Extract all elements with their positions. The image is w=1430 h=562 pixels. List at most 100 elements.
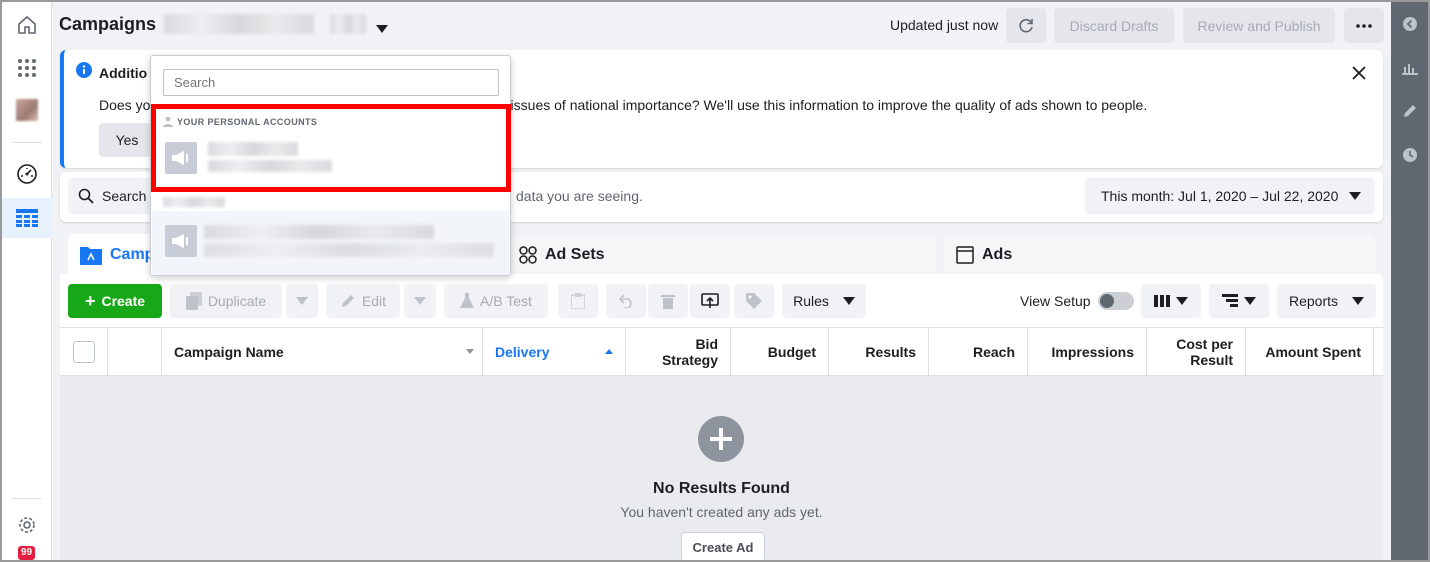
clock-history-icon[interactable] xyxy=(1401,146,1419,164)
no-results-title: No Results Found xyxy=(653,480,790,497)
refresh-button[interactable] xyxy=(1006,8,1046,43)
delete-button[interactable] xyxy=(648,284,688,318)
nav-divider xyxy=(12,498,42,499)
column-results[interactable]: Results xyxy=(829,328,929,375)
column-bid-strategy-label-1: Bid xyxy=(695,335,718,352)
reports-button[interactable]: Reports xyxy=(1277,284,1376,318)
page-title: Campaigns xyxy=(59,14,157,34)
bar-chart-icon[interactable] xyxy=(1401,59,1419,77)
trash-icon xyxy=(661,295,675,309)
empty-state: No Results Found You haven't created any… xyxy=(60,376,1383,562)
discard-drafts-button[interactable]: Discard Drafts xyxy=(1054,8,1174,43)
preview-window-icon xyxy=(701,293,719,308)
search-input[interactable]: Search xyxy=(68,178,156,214)
column-campaign-name[interactable]: Campaign Name xyxy=(162,328,483,375)
tab-ads[interactable]: Ads xyxy=(944,234,1375,276)
undo-button[interactable] xyxy=(606,284,646,318)
account-id-blurred xyxy=(204,243,494,257)
megaphone-icon xyxy=(165,225,197,257)
last-updated-status: Updated just now xyxy=(890,17,999,33)
create-ad-button[interactable]: Create Ad xyxy=(681,532,765,562)
right-side-panel xyxy=(1391,2,1428,560)
review-publish-button[interactable]: Review and Publish xyxy=(1183,8,1335,43)
column-cost-per-result-label-2: Result xyxy=(1190,351,1233,368)
chevron-down-icon xyxy=(1349,192,1361,200)
banner-question-end: r issues of national importance? We'll u… xyxy=(502,97,1148,113)
breakdown-button[interactable] xyxy=(1209,284,1269,318)
yes-button[interactable]: Yes xyxy=(99,123,155,157)
duplicate-dropdown-button[interactable] xyxy=(286,284,318,318)
tab-ads-label: Ads xyxy=(982,246,1013,263)
no-results-subtitle: You haven't created any ads yet. xyxy=(620,504,823,520)
highlight-box xyxy=(151,104,511,192)
breakdown-icon xyxy=(1222,294,1238,307)
nav-divider xyxy=(12,142,42,143)
more-options-button[interactable] xyxy=(1344,8,1384,43)
create-button[interactable]: + Create xyxy=(68,284,162,318)
rules-button[interactable]: Rules xyxy=(782,284,866,318)
account-name-blurred xyxy=(204,225,434,239)
filter-info-text: data you are seeing. xyxy=(516,188,643,204)
column-amount-spent-label: Amount Spent xyxy=(1265,343,1361,360)
ads-window-icon xyxy=(956,246,974,264)
date-range-picker[interactable]: This month: Jul 1, 2020 – Jul 22, 2020 xyxy=(1085,178,1375,214)
close-banner-icon[interactable] xyxy=(1349,63,1369,83)
preview-button[interactable] xyxy=(690,284,730,318)
column-results-label: Results xyxy=(865,343,916,360)
column-bid-strategy[interactable]: Bid Strategy xyxy=(626,328,731,375)
account-switcher-caret-icon[interactable] xyxy=(376,20,388,36)
left-navigation: 99 xyxy=(2,2,52,560)
info-icon xyxy=(76,62,92,81)
more-dots-icon xyxy=(1356,23,1372,28)
column-reach[interactable]: Reach xyxy=(929,328,1028,375)
select-all-checkbox[interactable] xyxy=(72,340,95,363)
collapse-chevron-icon[interactable] xyxy=(1401,15,1419,33)
account-search-input[interactable] xyxy=(163,69,499,96)
apps-grid-icon[interactable] xyxy=(2,48,52,88)
column-impressions-label: Impressions xyxy=(1051,343,1134,360)
sort-ascending-icon xyxy=(605,349,613,354)
dashboard-gauge-icon[interactable] xyxy=(2,154,52,194)
select-all-cell xyxy=(60,328,108,375)
account-option[interactable] xyxy=(152,211,509,275)
edit-button[interactable]: Edit xyxy=(326,284,400,318)
columns-button[interactable] xyxy=(1141,284,1201,318)
notification-badge[interactable]: 99 xyxy=(18,546,36,560)
edit-dropdown-button[interactable] xyxy=(404,284,436,318)
tab-ad-sets-label: Ad Sets xyxy=(545,246,605,263)
pencil-icon[interactable] xyxy=(1401,102,1419,120)
search-label: Search xyxy=(102,188,147,204)
pencil-icon xyxy=(341,295,354,307)
ads-manager-table-icon[interactable] xyxy=(2,198,52,238)
tag-button[interactable] xyxy=(734,284,774,318)
clipboard-button[interactable] xyxy=(558,284,598,318)
view-setup-label: View Setup xyxy=(1020,293,1091,309)
ab-test-button[interactable]: A/B Test xyxy=(444,284,548,318)
account-avatar[interactable] xyxy=(2,90,52,130)
column-cost-per-result-label-1: Cost per xyxy=(1176,335,1233,352)
settings-gear-icon[interactable] xyxy=(2,505,52,545)
column-cost-per-result[interactable]: Cost per Result xyxy=(1147,328,1246,375)
toggle-column xyxy=(108,328,162,375)
tag-icon xyxy=(746,293,762,309)
refresh-icon xyxy=(1019,18,1033,32)
view-setup-toggle[interactable] xyxy=(1098,292,1134,310)
flask-icon xyxy=(460,293,475,308)
column-reach-label: Reach xyxy=(972,343,1015,360)
columns-icon xyxy=(1154,295,1170,307)
banner-question-start: Does yo xyxy=(99,97,151,113)
duplicate-button[interactable]: Duplicate xyxy=(170,284,282,318)
column-budget[interactable]: Budget xyxy=(731,328,829,375)
column-amount-spent[interactable]: Amount Spent xyxy=(1246,328,1374,375)
plus-icon: + xyxy=(84,291,96,311)
tab-ad-sets[interactable]: Ad Sets xyxy=(507,234,936,276)
chevron-down-icon xyxy=(1176,297,1188,305)
column-impressions[interactable]: Impressions xyxy=(1028,328,1147,375)
account-name-blurred xyxy=(164,14,314,34)
reports-label: Reports xyxy=(1288,293,1339,309)
home-icon[interactable] xyxy=(2,5,52,45)
column-delivery[interactable]: Delivery xyxy=(483,328,626,375)
add-circle-icon xyxy=(698,416,744,462)
chevron-down-icon xyxy=(1352,297,1365,305)
table-header: Campaign Name Delivery Bid Strategy Budg… xyxy=(60,327,1383,376)
